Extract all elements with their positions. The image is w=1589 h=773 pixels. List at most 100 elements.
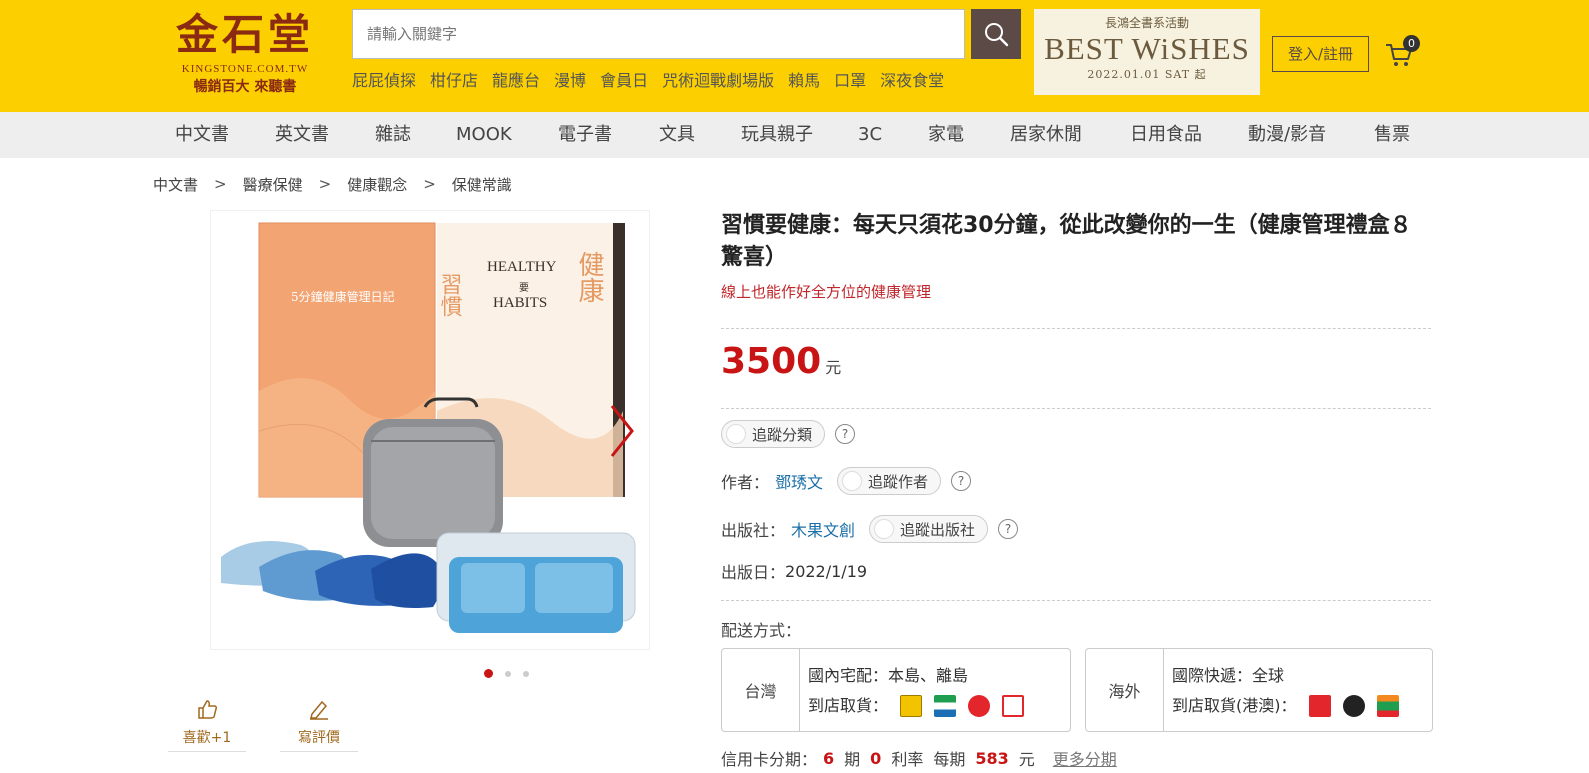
search-button[interactable] [971, 9, 1021, 59]
credit-periods-unit: 期 [844, 750, 861, 769]
credit-label: 信用卡分期： [721, 750, 818, 769]
shipping-overseas-detail: 國際快遞：全球 到店取貨(港澳)： [1164, 649, 1407, 731]
follow-publisher-label: 追蹤出版社 [900, 520, 976, 539]
help-icon[interactable]: ? [951, 471, 972, 491]
author-row: 作者： 鄧琇文 追蹤作者 ? [721, 467, 972, 495]
nav-category[interactable]: 電子書 [558, 112, 612, 158]
credit-each-label: 每期 [933, 750, 966, 769]
like-label: 喜歡+1 [182, 730, 232, 746]
hot-keywords: 屁屁偵探 柑仔店 龍應台 漫博 會員日 咒術迴戰劇場版 賴馬 口罩 深夜食堂 [352, 68, 944, 94]
help-icon[interactable]: ? [998, 519, 1019, 539]
thumbs-up-icon [198, 700, 218, 719]
price-unit: 元 [825, 358, 842, 377]
breadcrumb: 中文書 > 醫療保健 > 健康觀念 > 保健常識 [153, 172, 512, 196]
review-label: 寫評價 [298, 730, 340, 746]
nav-category[interactable]: 雜誌 [375, 112, 411, 158]
image-pagination [484, 669, 529, 678]
hot-keyword[interactable]: 屁屁偵探 [352, 68, 416, 94]
product-title: 習慣要健康：每天只須花30分鐘，從此改變你的一生（健康管理禮盒８驚喜） [721, 213, 1412, 270]
divider [721, 408, 1431, 409]
nav-category[interactable]: 售票 [1374, 112, 1410, 158]
product-image[interactable]: 5分鐘健康管理日記 習慣 健康 HEALTHY 要 HABITS [210, 210, 650, 650]
pencil-icon [310, 700, 328, 720]
toggle-knob [874, 519, 895, 539]
promo-banner[interactable]: 長鴻全書系活動 BEST WiSHES 2022.01.01 SAT 起 [1034, 9, 1260, 95]
nav-category[interactable]: 動漫/影音 [1248, 112, 1326, 158]
book2-title-left: 習慣 [437, 273, 463, 317]
ok-mart-icon [968, 695, 991, 717]
breadcrumb-item[interactable]: 醫療保健 [243, 174, 303, 195]
breadcrumb-item[interactable]: 中文書 [153, 174, 198, 195]
nav-category[interactable]: 玩具親子 [741, 112, 813, 158]
product-subtitle: 線上也能作好全方位的健康管理 [721, 283, 932, 301]
toggle-knob [842, 471, 863, 491]
domestic-home-delivery: 國內宅配：本島、離島 [808, 666, 969, 685]
more-installments-link[interactable]: 更多分期 [1053, 746, 1117, 770]
shipping-region-overseas: 海外 [1086, 649, 1164, 731]
credit-rate-unit: 利率 [891, 750, 924, 769]
book2-title-mid: 要 [519, 282, 529, 294]
circle-k-icon [1308, 695, 1331, 717]
banner-date: 2022.01.01 SAT 起 [1087, 68, 1207, 81]
pagination-dot[interactable] [523, 670, 529, 677]
pagination-dot[interactable] [484, 669, 493, 678]
hot-keyword[interactable]: 龍應台 [492, 68, 540, 94]
follow-category-label: 追蹤分類 [752, 425, 813, 444]
book2-title-en1: HEALTHY [487, 259, 557, 275]
publisher-link[interactable]: 木果文創 [791, 517, 855, 541]
write-review-button[interactable]: 寫評價 [280, 692, 358, 752]
shipping-domestic: 台灣 國內宅配：本島、離島 到店取貨： [721, 648, 1071, 732]
search-input[interactable] [353, 10, 964, 58]
login-button[interactable]: 登入/註冊 [1272, 36, 1369, 72]
breadcrumb-separator: > [318, 175, 332, 193]
seven-eleven-icon [1376, 695, 1399, 717]
publisher-label: 出版社： [721, 521, 786, 540]
hot-keyword[interactable]: 漫博 [554, 68, 586, 94]
nav-category[interactable]: 中文書 [175, 112, 229, 158]
nav-category[interactable]: MOOK [456, 112, 512, 158]
credit-each-unit: 元 [1018, 750, 1035, 769]
breadcrumb-item[interactable]: 健康觀念 [347, 174, 407, 195]
familymart-icon [934, 695, 957, 717]
hot-keyword[interactable]: 會員日 [600, 68, 648, 94]
hot-keyword[interactable]: 深夜食堂 [880, 68, 944, 94]
credit-installment: 信用卡分期： 6 期 0 利率 每期 583 元 更多分期 [721, 746, 1117, 770]
overseas-store-label: 到店取貨(港澳)： [1172, 696, 1297, 715]
nav-category[interactable]: 家電 [928, 112, 964, 158]
nav-category[interactable]: 英文書 [275, 112, 329, 158]
hot-keyword[interactable]: 口罩 [834, 68, 866, 94]
domestic-store-label: 到店取貨： [808, 696, 889, 715]
hot-keyword[interactable]: 咒術迴戰劇場版 [662, 68, 774, 94]
help-icon[interactable]: ? [835, 424, 856, 444]
hot-keyword[interactable]: 賴馬 [788, 68, 820, 94]
like-button[interactable]: 喜歡+1 [168, 692, 246, 752]
top-header: 金石堂 KINGSTONE.COM.TW 暢銷百大 來聽書 屁屁偵探 柑仔店 龍… [0, 0, 1589, 112]
breadcrumb-separator: > [423, 175, 436, 193]
breadcrumb-item[interactable]: 保健常識 [452, 174, 512, 195]
logo-domain: KINGSTONE.COM.TW [181, 63, 309, 75]
breadcrumb-separator: > [214, 175, 227, 193]
next-image-arrow[interactable] [606, 402, 638, 460]
follow-category-toggle[interactable]: 追蹤分類 [721, 420, 826, 448]
follow-author-label: 追蹤作者 [868, 472, 929, 491]
nav-category[interactable]: 日用食品 [1130, 112, 1202, 158]
follow-author-toggle[interactable]: 追蹤作者 [837, 467, 942, 495]
category-nav: 中文書 英文書 雜誌 MOOK 電子書 文具 玩具親子 3C 家電 居家休閒 日… [0, 112, 1589, 158]
nav-category[interactable]: 文具 [659, 112, 695, 158]
divider [721, 328, 1431, 329]
hilife-icon [1002, 695, 1025, 717]
kingstone-logo[interactable]: 金石堂 KINGSTONE.COM.TW 暢銷百大 來聽書 [165, 8, 325, 106]
follow-publisher-toggle[interactable]: 追蹤出版社 [869, 515, 989, 543]
nav-category[interactable]: 3C [858, 112, 882, 158]
hot-keyword[interactable]: 柑仔店 [430, 68, 478, 94]
banner-main-text: BEST WiSHES [1044, 31, 1250, 66]
nav-category[interactable]: 居家休閒 [1010, 112, 1082, 158]
book2-title-en2: HABITS [493, 295, 547, 311]
credit-periods: 6 [823, 748, 835, 768]
author-link[interactable]: 鄧琇文 [775, 469, 823, 493]
sf-express-icon [1342, 695, 1365, 717]
cart-count-badge: 0 [1403, 35, 1420, 52]
publisher-row: 出版社： 木果文創 追蹤出版社 ? [721, 515, 1019, 543]
pagination-dot[interactable] [505, 670, 511, 677]
credit-rate: 0 [870, 748, 882, 768]
